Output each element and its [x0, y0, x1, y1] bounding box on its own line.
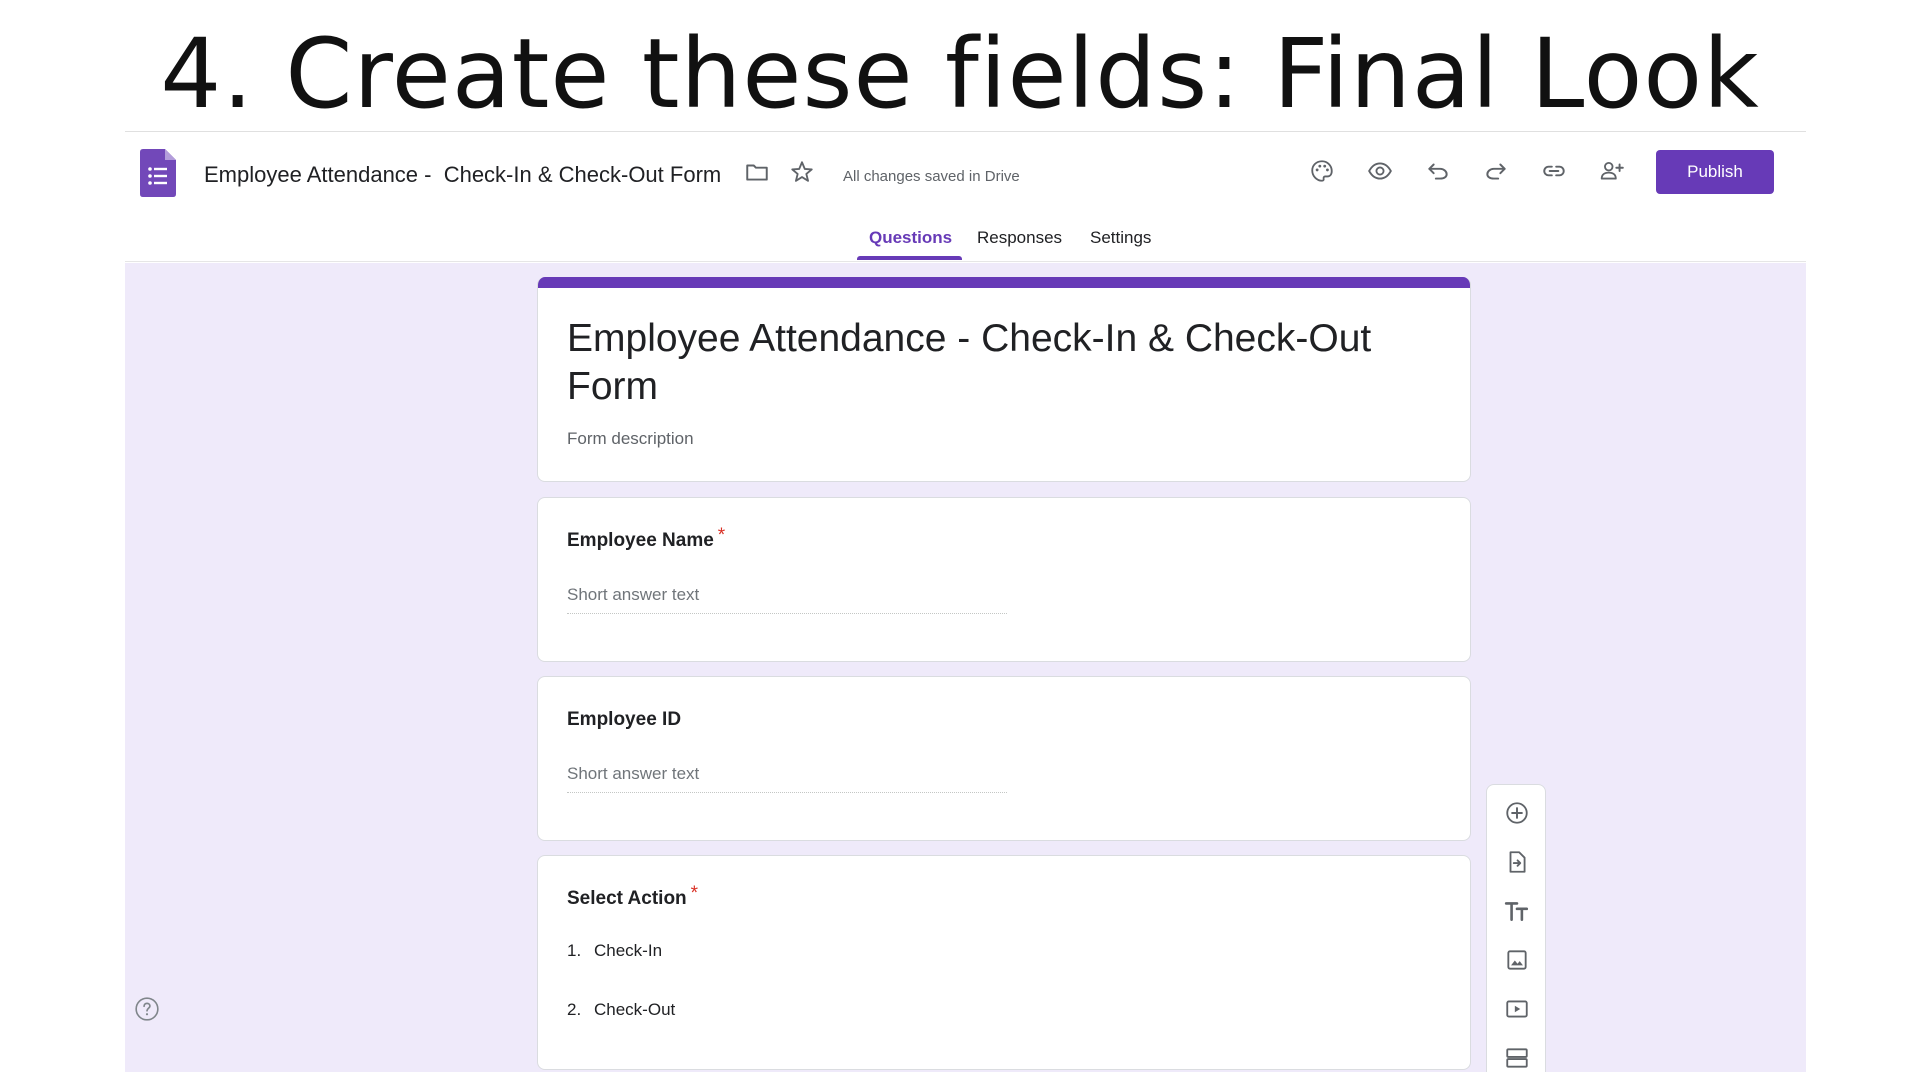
link-icon[interactable]	[1536, 153, 1572, 189]
add-video-icon[interactable]	[1502, 994, 1532, 1024]
short-answer-field[interactable]: Short answer text	[567, 764, 1007, 793]
floating-toolbar	[1486, 784, 1546, 1072]
active-tab-indicator	[857, 256, 962, 260]
form-title-card[interactable]: Employee Attendance - Check-In & Check-O…	[537, 277, 1471, 482]
question-card-employee-name[interactable]: Employee Name * Short answer text	[537, 497, 1471, 662]
title-card-accent	[538, 277, 1470, 288]
folder-icon[interactable]	[739, 154, 775, 190]
add-person-icon[interactable]	[1594, 153, 1630, 189]
add-image-icon[interactable]	[1502, 945, 1532, 975]
palette-icon[interactable]	[1304, 153, 1340, 189]
question-title: Employee Name *	[567, 525, 726, 551]
add-title-icon[interactable]	[1502, 896, 1532, 926]
form-canvas: Employee Attendance - Check-In & Check-O…	[125, 263, 1806, 1072]
question-title: Select Action *	[567, 883, 699, 909]
forms-logo-icon[interactable]	[140, 149, 176, 197]
save-status: All changes saved in Drive	[843, 168, 1020, 185]
document-title[interactable]: Employee Attendance - Check-In & Check-O…	[204, 162, 721, 188]
option-item[interactable]: 1. Check-In	[567, 941, 662, 961]
add-section-icon[interactable]	[1502, 1043, 1532, 1072]
form-description-field[interactable]: Form description	[567, 429, 694, 449]
eye-icon[interactable]	[1362, 153, 1398, 189]
editor-tabs: Questions Responses Settings	[125, 228, 1806, 262]
question-card-employee-id[interactable]: Employee ID Short answer text	[537, 676, 1471, 841]
publish-button[interactable]: Publish	[1656, 150, 1774, 194]
forms-editor-window: Employee Attendance - Check-In & Check-O…	[125, 131, 1806, 1072]
star-icon[interactable]	[784, 154, 820, 190]
question-card-select-action[interactable]: Select Action * 1. Check-In 2. Check-Out	[537, 855, 1471, 1070]
tab-settings[interactable]: Settings	[1090, 228, 1151, 262]
question-title: Employee ID	[567, 709, 682, 730]
add-question-icon[interactable]	[1502, 798, 1532, 828]
option-item[interactable]: 2. Check-Out	[567, 1000, 675, 1020]
short-answer-field[interactable]: Short answer text	[567, 585, 1007, 614]
form-title[interactable]: Employee Attendance - Check-In & Check-O…	[567, 315, 1427, 411]
help-icon[interactable]	[134, 996, 160, 1022]
app-header: Employee Attendance - Check-In & Check-O…	[125, 132, 1806, 262]
tab-responses[interactable]: Responses	[977, 228, 1062, 262]
import-questions-icon[interactable]	[1502, 847, 1532, 877]
undo-icon[interactable]	[1420, 153, 1456, 189]
redo-icon[interactable]	[1478, 153, 1514, 189]
required-asterisk: *	[690, 883, 699, 904]
required-asterisk: *	[717, 525, 726, 546]
slide-heading: 4. Create these fields: Final Look	[160, 18, 1760, 130]
